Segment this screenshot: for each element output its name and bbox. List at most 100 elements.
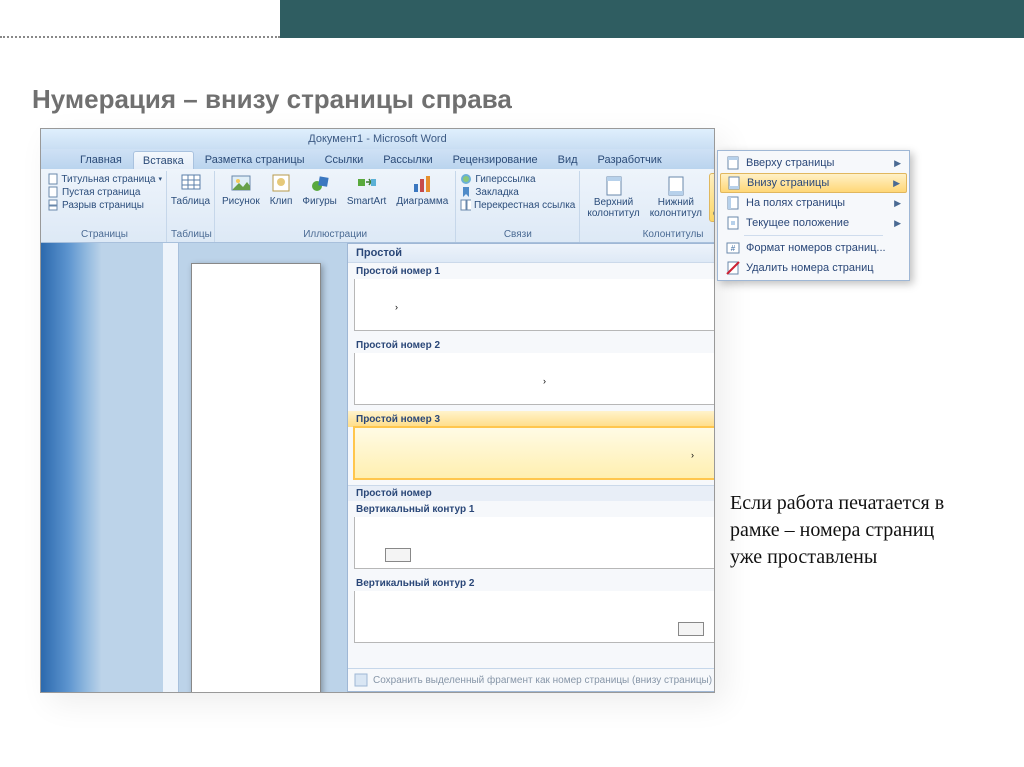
menu-label: Удалить номера страниц bbox=[746, 262, 874, 274]
slide-title: Нумерация – внизу страницы справа bbox=[32, 84, 512, 115]
bookmark-icon bbox=[460, 186, 472, 198]
picture-button[interactable]: Рисунок bbox=[219, 173, 263, 208]
document-page[interactable] bbox=[191, 263, 321, 693]
smartart-button[interactable]: SmartArt bbox=[344, 173, 389, 208]
clip-button[interactable]: Клип bbox=[267, 173, 296, 208]
header-button[interactable]: Верхний колонтитул bbox=[584, 175, 642, 220]
group-tables: Таблица Таблицы bbox=[167, 171, 215, 242]
tab-вставка[interactable]: Вставка bbox=[133, 151, 194, 169]
label: Гиперссылка bbox=[475, 174, 535, 185]
tab-рассылки[interactable]: Рассылки bbox=[374, 151, 441, 169]
delete-icon bbox=[726, 261, 740, 275]
cover-page-button[interactable]: Титульная страница▾ bbox=[47, 173, 162, 185]
gallery-item[interactable]: Вертикальный контур 2 bbox=[348, 575, 715, 643]
gallery-subheader: Простой номер bbox=[348, 485, 715, 501]
preview-box bbox=[385, 548, 411, 562]
slide-body-text: Если работа печатается в рамке – номера … bbox=[730, 490, 970, 571]
bookmark-button[interactable]: Закладка bbox=[460, 186, 575, 198]
gallery-item[interactable]: Простой номер 3 › bbox=[348, 411, 715, 479]
label: Таблица bbox=[171, 196, 210, 207]
bottom-icon bbox=[727, 176, 741, 190]
label: Клип bbox=[270, 196, 293, 207]
group-headerfooter: Верхний колонтитул Нижний колонтитул #Но… bbox=[580, 171, 715, 242]
submenu-arrow-icon: ▶ bbox=[894, 198, 901, 209]
preview-box bbox=[678, 622, 704, 636]
menu-label: Внизу страницы bbox=[747, 177, 829, 189]
word-window: Документ1 - Microsoft Word ГлавнаяВставк… bbox=[40, 128, 715, 693]
label: Закладка bbox=[475, 187, 518, 198]
group-label: Страницы bbox=[47, 228, 162, 242]
top-icon bbox=[726, 156, 740, 170]
gallery-item-label: Простой номер 3 bbox=[348, 411, 715, 427]
group-label: Колонтитулы bbox=[584, 228, 715, 242]
menu-item[interactable]: Внизу страницы ▶ bbox=[720, 173, 907, 193]
gallery-header: Простой bbox=[348, 244, 715, 263]
label: Пустая страница bbox=[62, 187, 140, 198]
label: SmartArt bbox=[347, 196, 386, 207]
save-icon bbox=[354, 673, 368, 687]
margins-icon bbox=[726, 196, 740, 210]
menu-label: Формат номеров страниц... bbox=[746, 242, 886, 254]
crossref-icon bbox=[460, 199, 471, 211]
page-break-button[interactable]: Разрыв страницы bbox=[47, 199, 162, 211]
submenu-arrow-icon: ▶ bbox=[893, 178, 900, 189]
menu-label: На полях страницы bbox=[746, 197, 845, 209]
tab-разметка страницы[interactable]: Разметка страницы bbox=[196, 151, 314, 169]
hyperlink-button[interactable]: Гиперссылка bbox=[460, 173, 575, 185]
menu-item[interactable]: Текущее положение ▶ bbox=[718, 213, 909, 233]
shapes-button[interactable]: Фигуры bbox=[299, 173, 339, 208]
menu-label: Текущее положение bbox=[746, 217, 849, 229]
group-illustrations: Рисунок Клип Фигуры SmartArt Диаграмма И… bbox=[215, 171, 456, 242]
window-title: Документ1 - Microsoft Word bbox=[308, 133, 446, 145]
chart-icon bbox=[412, 174, 432, 194]
ribbon-tabs[interactable]: ГлавнаяВставкаРазметка страницыСсылкиРас… bbox=[41, 149, 714, 169]
tab-главная[interactable]: Главная bbox=[71, 151, 131, 169]
svg-text:#: # bbox=[731, 244, 736, 253]
gallery-item[interactable]: Простой номер 2› bbox=[348, 337, 715, 405]
table-icon bbox=[181, 174, 201, 194]
crossref-button[interactable]: Перекрестная ссылка bbox=[460, 199, 575, 211]
page-icon bbox=[47, 173, 58, 185]
menu-label: Вверху страницы bbox=[746, 157, 834, 169]
gallery-item-preview: › bbox=[354, 279, 715, 331]
group-label: Связи bbox=[460, 228, 575, 242]
group-label: Иллюстрации bbox=[219, 228, 451, 242]
page-icon bbox=[47, 186, 59, 198]
gallery-item[interactable]: Простой номер 1› bbox=[348, 263, 715, 331]
gallery-item-label: Вертикальный контур 2 bbox=[348, 575, 715, 591]
gallery-body[interactable]: Простой номер 1›Простой номер 2›Простой … bbox=[348, 263, 715, 668]
table-button[interactable]: Таблица bbox=[171, 173, 210, 208]
menu-item[interactable]: На полях страницы ▶ bbox=[718, 193, 909, 213]
deco-dotted bbox=[0, 0, 280, 38]
smartart-icon bbox=[357, 174, 377, 194]
menu-separator bbox=[744, 235, 883, 236]
gallery-item-label: Простой номер 1 bbox=[348, 263, 715, 279]
gallery-save[interactable]: Сохранить выделенный фрагмент как номер … bbox=[348, 668, 715, 691]
tab-вид[interactable]: Вид bbox=[549, 151, 587, 169]
footer-icon bbox=[666, 176, 686, 196]
pagenumber-menu: Вверху страницы▶Внизу страницы▶На полях … bbox=[717, 150, 910, 281]
chart-button[interactable]: Диаграмма bbox=[393, 173, 451, 208]
label: Диаграмма bbox=[396, 196, 448, 207]
gallery-item[interactable]: Вертикальный контур 1 bbox=[348, 501, 715, 569]
tab-разработчик[interactable]: Разработчик bbox=[589, 151, 671, 169]
hyperlink-icon bbox=[460, 173, 472, 185]
label: Сохранить выделенный фрагмент как номер … bbox=[373, 675, 712, 686]
submenu-arrow-icon: ▶ bbox=[894, 218, 901, 229]
gallery-item-preview: › bbox=[354, 353, 715, 405]
menu-item[interactable]: Удалить номера страниц bbox=[718, 258, 909, 278]
menu-item[interactable]: Вверху страницы▶ bbox=[718, 153, 909, 173]
footer-button[interactable]: Нижний колонтитул bbox=[647, 175, 705, 220]
menu-item[interactable]: # Формат номеров страниц... bbox=[718, 238, 909, 258]
title-bar: Документ1 - Microsoft Word bbox=[41, 129, 714, 149]
pagenumber-button[interactable]: #Номер страницы bbox=[709, 173, 715, 222]
label: Фигуры bbox=[302, 196, 336, 207]
label: Номер страницы bbox=[713, 198, 715, 219]
gallery-item-preview bbox=[354, 591, 715, 643]
blank-page-button[interactable]: Пустая страница bbox=[47, 186, 162, 198]
tab-рецензирование[interactable]: Рецензирование bbox=[444, 151, 547, 169]
picture-icon bbox=[231, 174, 251, 194]
preview-pagenum: › bbox=[543, 376, 546, 386]
preview-pagenum: › bbox=[691, 450, 694, 460]
tab-ссылки[interactable]: Ссылки bbox=[316, 151, 373, 169]
